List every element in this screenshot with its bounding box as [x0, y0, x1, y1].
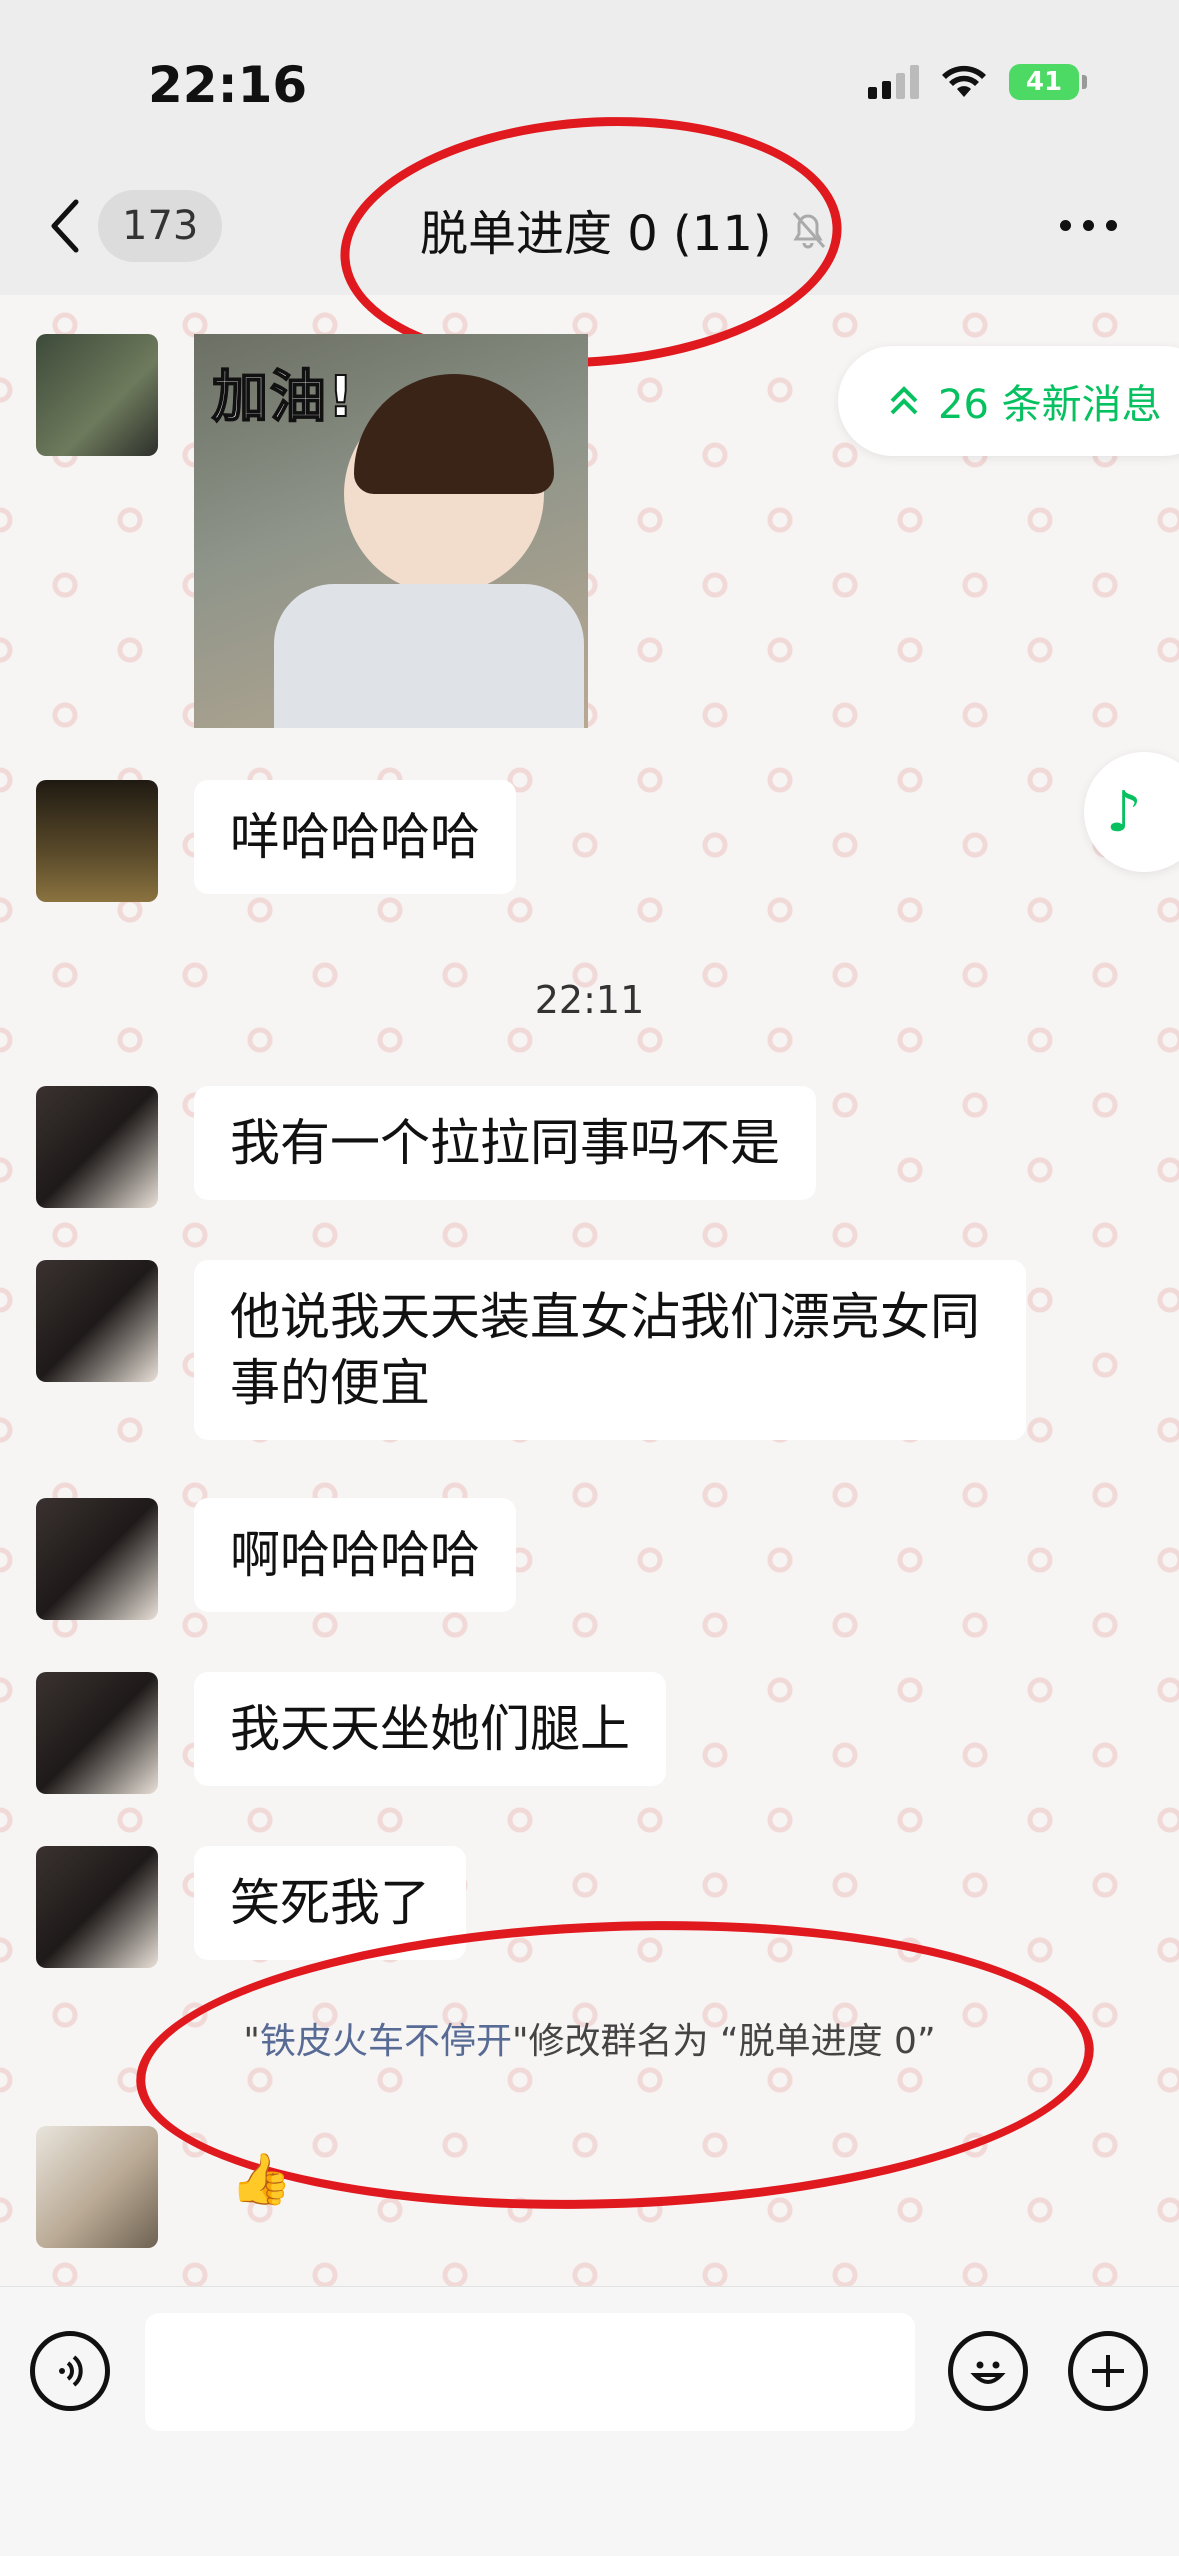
more-dots-icon[interactable]: [1060, 220, 1117, 231]
status-time: 22:16: [148, 56, 308, 114]
new-messages-label: 26 条新消息: [938, 382, 1162, 428]
music-note-icon[interactable]: ♪: [1084, 752, 1179, 872]
voice-icon[interactable]: [30, 2331, 110, 2411]
avatar[interactable]: [36, 1260, 158, 1382]
message-row: 我天天坐她们腿上: [36, 1672, 666, 1794]
back-chevron-icon[interactable]: [44, 196, 84, 256]
sticker-caption: 加油!: [211, 364, 356, 431]
avatar[interactable]: [36, 1846, 158, 1968]
battery-indicator: 41: [1009, 64, 1087, 100]
message-row: 👍: [36, 2126, 328, 2248]
sticker-clothes: [274, 584, 584, 728]
message-bubble[interactable]: 我有一个拉拉同事吗不是: [194, 1086, 816, 1200]
avatar[interactable]: [36, 1086, 158, 1208]
message-bubble[interactable]: 他说我天天装直女沾我们漂亮女同事的便宜: [194, 1260, 1026, 1440]
sticker-hair: [354, 374, 554, 494]
avatar[interactable]: [36, 2126, 158, 2248]
avatar[interactable]: [36, 334, 158, 456]
message-row: 啊哈哈哈哈: [36, 1498, 516, 1620]
avatar[interactable]: [36, 1672, 158, 1794]
unread-count-badge[interactable]: 173: [98, 190, 223, 262]
double-chevron-up-icon: [890, 386, 918, 415]
avatar[interactable]: [36, 1498, 158, 1620]
message-bubble[interactable]: 👍: [194, 2126, 328, 2232]
message-bubble[interactable]: 我天天坐她们腿上: [194, 1672, 666, 1786]
status-icons: 41: [868, 64, 1087, 100]
battery-level: 41: [1025, 67, 1063, 97]
wifi-icon: [942, 65, 986, 97]
message-bubble[interactable]: 啊哈哈哈哈: [194, 1498, 516, 1612]
message-input[interactable]: [145, 2313, 915, 2431]
message-row: 加油!: [36, 334, 588, 728]
sticker-image[interactable]: 加油!: [194, 334, 588, 728]
message-row: 他说我天天装直女沾我们漂亮女同事的便宜: [36, 1260, 1026, 1440]
chat-screen: 22:16 41 173 脱单进度 0 (11) 26 条新消息 ♪ 加油! 咩…: [0, 0, 1179, 2556]
message-bubble[interactable]: 咩哈哈哈哈: [194, 780, 516, 894]
timestamp: 22:11: [534, 978, 645, 1022]
message-row: 咩哈哈哈哈: [36, 780, 516, 902]
new-messages-banner[interactable]: 26 条新消息: [838, 346, 1179, 456]
message-row: 我有一个拉拉同事吗不是: [36, 1086, 816, 1208]
cellular-signal-icon: [868, 65, 919, 99]
plus-icon[interactable]: [1068, 2331, 1148, 2411]
emoji-icon[interactable]: [948, 2331, 1028, 2411]
input-bar: [0, 2286, 1179, 2556]
avatar[interactable]: [36, 780, 158, 902]
